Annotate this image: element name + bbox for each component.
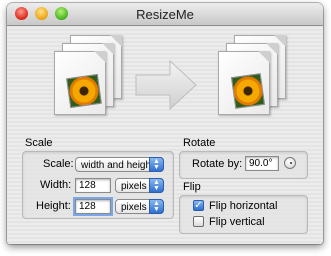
flip-horizontal-checkbox[interactable]: ✓: [193, 200, 204, 211]
scale-group-label: Scale: [25, 137, 53, 149]
width-unit-select[interactable]: pixels ▲ ▼: [115, 178, 164, 193]
popup-chevron-icon: ▲ ▼: [149, 199, 164, 214]
flip-vertical-label[interactable]: Flip vertical: [209, 216, 265, 228]
height-unit-value: pixels: [121, 202, 147, 213]
popup-chevron-icon: ▲ ▼: [149, 157, 164, 172]
photo-document-icon: [54, 51, 106, 115]
width-field[interactable]: 128: [75, 178, 111, 193]
sunflower-photo-icon: [66, 73, 102, 109]
height-field[interactable]: 128: [75, 199, 111, 214]
popup-chevron-icon: ▲ ▼: [149, 178, 164, 193]
scale-group: Scale: width and height ▲ ▼ Width: 128 pi…: [22, 151, 174, 219]
rotate-by-label: Rotate by:: [192, 158, 243, 170]
scale-mode-select[interactable]: width and height ▲ ▼: [75, 157, 164, 172]
result-image-stack-icon[interactable]: [212, 33, 290, 123]
right-arrow-icon: [135, 59, 197, 111]
flip-horizontal-label[interactable]: Flip horizontal: [209, 200, 277, 212]
title-bar[interactable]: ResizeMe: [7, 3, 323, 26]
window-title: ResizeMe: [136, 7, 194, 22]
source-image-stack-icon[interactable]: [48, 33, 126, 123]
checkmark-icon: ✓: [194, 200, 203, 211]
rotation-knob-icon[interactable]: [284, 157, 296, 169]
rotate-group-label: Rotate: [183, 137, 216, 149]
height-label: Height:: [36, 200, 71, 212]
photo-tag-icon: [65, 66, 105, 75]
flip-group-label: Flip: [183, 181, 201, 193]
sunflower-photo-icon: [230, 73, 266, 109]
width-unit-value: pixels: [121, 181, 147, 192]
scale-mode-value: width and height: [81, 160, 154, 171]
width-label: Width:: [40, 179, 72, 191]
photo-document-icon: [218, 51, 270, 115]
rotate-field[interactable]: 90.0°: [245, 156, 279, 171]
height-unit-select[interactable]: pixels ▲ ▼: [115, 199, 164, 214]
app-window: ResizeMe Scale Scale: width and height ▲…: [7, 3, 323, 244]
flip-vertical-checkbox[interactable]: [193, 216, 204, 227]
rotate-group: Rotate by: 90.0°: [179, 151, 308, 179]
scale-label: Scale:: [43, 158, 74, 170]
flip-group: ✓ Flip horizontal Flip vertical: [179, 195, 308, 234]
